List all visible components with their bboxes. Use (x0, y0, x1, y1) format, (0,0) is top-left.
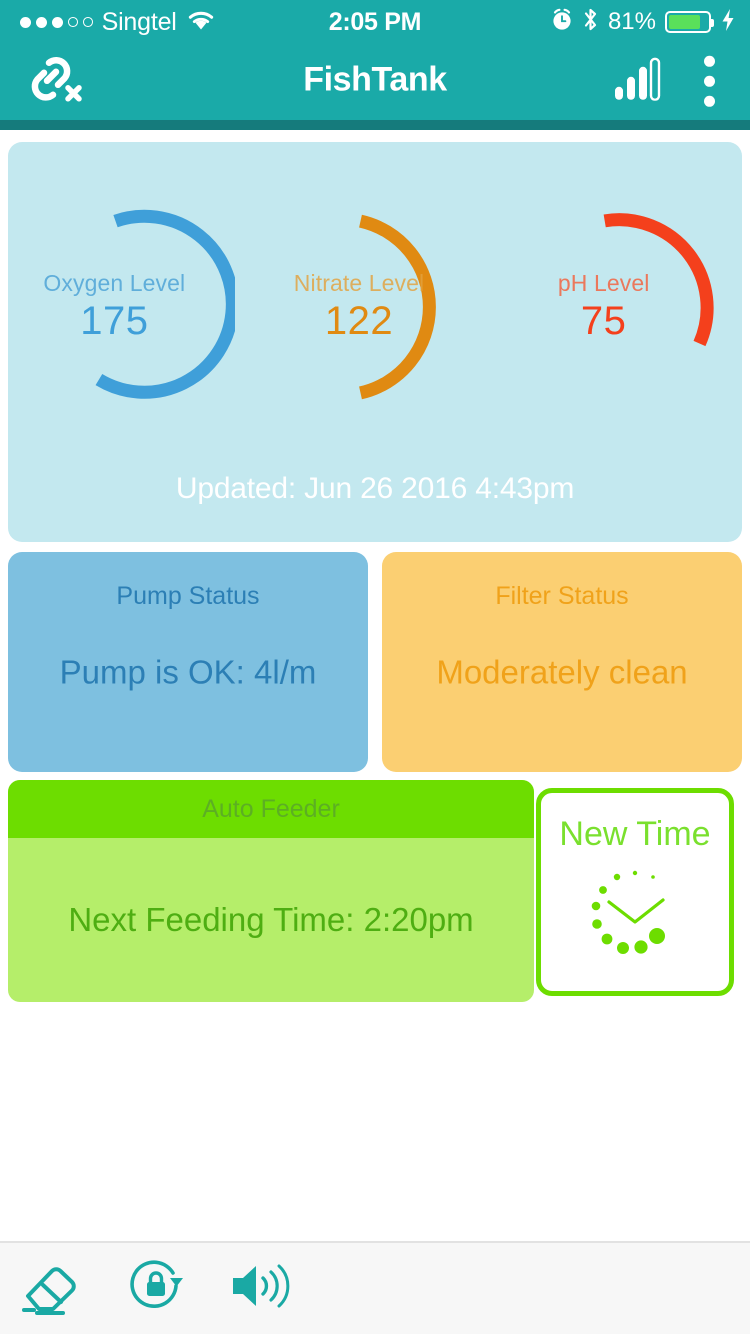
auto-feeder-title: Auto Feeder (202, 794, 340, 823)
gauge-nitrate[interactable]: Nitrate Level 122 (253, 142, 498, 472)
pump-status-value: Pump is OK: 4l/m (59, 653, 317, 691)
last-updated-text: Updated: Jun 26 2016 4:43pm (175, 472, 575, 505)
gauge-label: Nitrate Level (293, 270, 425, 296)
nav-actions (610, 51, 736, 111)
status-bar: Singtel 2:05 PM 81% (0, 0, 750, 44)
gauge-value: 75 (580, 299, 627, 343)
gauge-label: Oxygen Level (43, 270, 186, 296)
filter-status-value: Moderately clean (436, 653, 688, 691)
battery-icon (665, 11, 714, 33)
status-bar-right: 81% (551, 7, 736, 37)
gauge-oxygen[interactable]: Oxygen Level 175 (8, 142, 253, 472)
nitrate-gauge-text: Nitrate Level 122 (294, 270, 424, 344)
gauge-list: Oxygen Level 175 Nitrate Level 122 pH Le… (8, 142, 742, 472)
overflow-menu-icon (703, 55, 715, 107)
signal-bars-button[interactable] (610, 51, 664, 111)
lightning-bolt-icon (720, 8, 736, 37)
next-feeding-time: Next Feeding Time: 2:20pm (68, 901, 474, 938)
filter-status-card[interactable]: Filter Status Moderately clean (382, 552, 742, 772)
screen-lock-rotation-icon (126, 1256, 186, 1321)
gauge-label: pH Level (557, 270, 650, 296)
eraser-button[interactable] (0, 1243, 104, 1334)
volume-speaker-icon (227, 1258, 293, 1319)
auto-feeder-body: Next Feeding Time: 2:20pm (8, 838, 534, 1002)
sensor-gauges-card: Oxygen Level 175 Nitrate Level 122 pH Le… (8, 142, 742, 542)
eraser-icon (20, 1257, 84, 1320)
auto-feeder-header: Auto Feeder (8, 780, 534, 838)
new-time-button[interactable]: New Time (536, 788, 734, 996)
bluetooth-icon (582, 7, 599, 37)
navigation-bar: FishTank (0, 44, 750, 130)
pump-status-card[interactable]: Pump Status Pump is OK: 4l/m (8, 552, 368, 772)
screen-lock-rotation-button[interactable] (104, 1243, 208, 1334)
auto-feeder-card[interactable]: Auto Feeder Next Feeding Time: 2:20pm (8, 780, 534, 1002)
gauge-value: 175 (80, 299, 149, 343)
gauge-ph[interactable]: pH Level 75 (497, 142, 742, 472)
signal-bars-icon (613, 56, 661, 105)
clock-dots-icon (583, 864, 687, 973)
ph-gauge-text: pH Level 75 (558, 270, 650, 344)
oxygen-gauge-text: Oxygen Level 175 (43, 270, 185, 344)
auto-feeder-row: Auto Feeder Next Feeding Time: 2:20pm Ne… (8, 780, 742, 1002)
filter-status-title: Filter Status (495, 582, 629, 610)
alarm-clock-icon (551, 8, 573, 37)
overflow-menu-button[interactable] (682, 51, 736, 111)
status-cards-row: Pump Status Pump is OK: 4l/m Filter Stat… (8, 552, 742, 772)
battery-percentage: 81% (607, 8, 656, 35)
main-content: Oxygen Level 175 Nitrate Level 122 pH Le… (0, 130, 750, 1334)
bottom-toolbar (0, 1241, 750, 1334)
pump-status-title: Pump Status (116, 582, 260, 610)
gauge-value: 122 (324, 299, 394, 343)
volume-button[interactable] (208, 1243, 312, 1334)
new-time-label: New Time (559, 815, 711, 853)
